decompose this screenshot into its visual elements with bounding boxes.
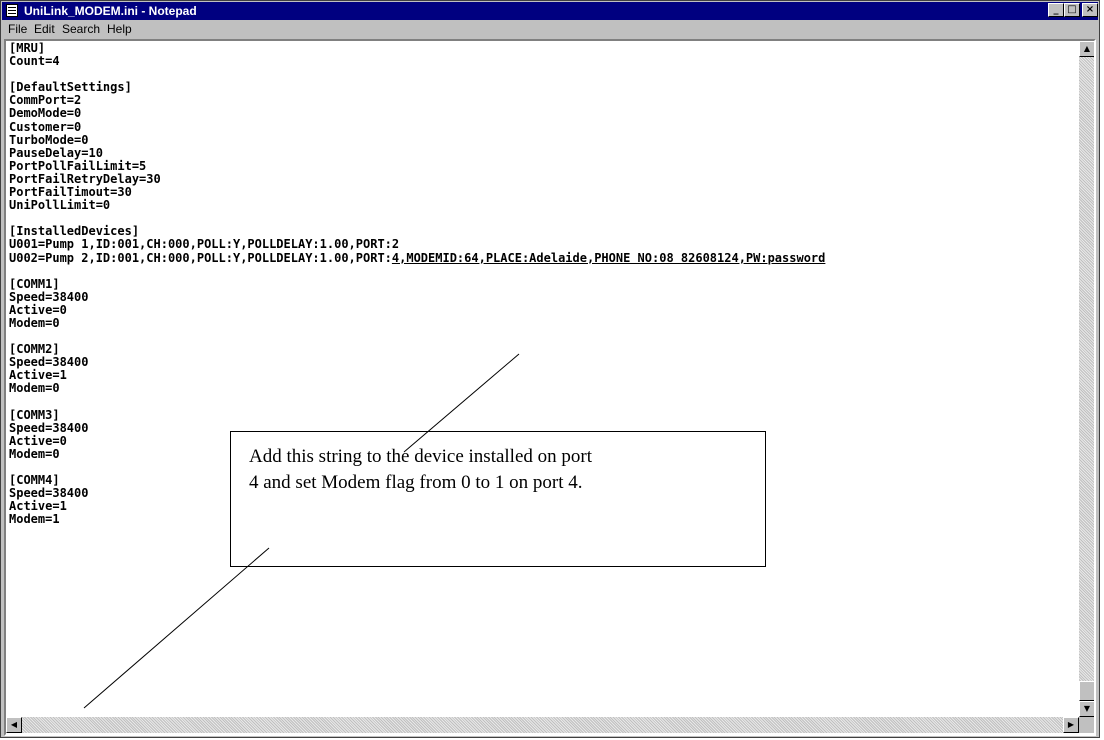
text-line[interactable]: TurboMode=0 (9, 132, 825, 147)
scroll-down-button[interactable]: ▼ (1079, 701, 1094, 717)
text-line[interactable]: Modem=0 (9, 315, 825, 330)
menu-edit[interactable]: Edit (32, 20, 57, 38)
scroll-left-button[interactable]: ◀ (6, 717, 22, 733)
text-line-content: DemoMode=0 (9, 106, 82, 121)
text-line-content: Speed=38400 (9, 355, 89, 370)
modem-config-string: 4,MODEMID:64,PLACE:Adelaide,PHONE NO:08 … (391, 250, 826, 265)
text-line-content: [COMM4] (9, 473, 60, 488)
scroll-up-button[interactable]: ▲ (1079, 41, 1094, 57)
text-line-content: Count=4 (9, 54, 60, 69)
menu-search[interactable]: Search (60, 20, 102, 38)
text-line[interactable] (9, 396, 825, 409)
text-line-content: Speed=38400 (9, 289, 89, 304)
text-line[interactable]: Active=0 (9, 302, 825, 317)
text-line-content: [InstalledDevices] (9, 224, 140, 239)
text-line-content: Modem=1 (9, 512, 60, 527)
text-line-content: PortPollFailLimit=5 (9, 158, 147, 173)
text-line-content: CommPort=2 (9, 93, 82, 108)
vertical-scrollbar[interactable]: ▲ ▼ (1079, 41, 1094, 717)
text-line[interactable]: PortFailTimout=30 (9, 185, 825, 200)
menu-bar: File Edit Search Help (2, 20, 1098, 38)
text-line[interactable]: [COMM1] (9, 276, 825, 291)
callout-text: Add this string to the device installed … (249, 444, 592, 496)
text-line-content: PauseDelay=10 (9, 145, 103, 160)
close-button[interactable]: × (1082, 3, 1098, 17)
text-line-content: Customer=0 (9, 119, 82, 134)
annotation-callout: Add this string to the device installed … (230, 431, 766, 567)
text-line-content: [COMM3] (9, 407, 60, 422)
text-line[interactable]: [MRU] (9, 41, 825, 55)
text-line-content: Speed=38400 (9, 420, 89, 435)
text-line-content: Modem=0 (9, 381, 60, 396)
text-line-content: Active=1 (9, 368, 67, 383)
text-line-content: Active=0 (9, 302, 67, 317)
notepad-window: UniLink_MODEM.ini - Notepad _ □ × File E… (0, 0, 1100, 738)
minimize-button[interactable]: _ (1048, 3, 1064, 17)
text-line[interactable]: Speed=38400 (9, 356, 825, 369)
text-line-content: [COMM2] (9, 342, 60, 357)
text-line-content: [COMM1] (9, 276, 60, 291)
maximize-button[interactable]: □ (1064, 3, 1080, 17)
text-line[interactable] (9, 265, 825, 278)
title-bar[interactable]: UniLink_MODEM.ini - Notepad _ □ × (2, 2, 1098, 20)
text-line-content: PortFailRetryDelay=30 (9, 171, 161, 186)
text-line[interactable]: Speed=38400 (9, 289, 825, 304)
horizontal-scrollbar[interactable]: ◀ ▶ (6, 717, 1079, 733)
text-line[interactable]: [COMM3] (9, 407, 825, 422)
vertical-scroll-thumb[interactable] (1079, 681, 1094, 701)
text-line-content: Modem=0 (9, 315, 60, 330)
text-line-content: Speed=38400 (9, 486, 89, 501)
text-editor[interactable]: [MRU] Count=4 [DefaultSettings] CommPort=2 D… (4, 39, 1096, 736)
menu-file[interactable]: File (6, 20, 29, 38)
text-line-content: U001=Pump 1,ID:001,CH:000,POLL:Y,POLLDEL… (9, 237, 400, 252)
text-line[interactable]: [COMM2] (9, 343, 825, 356)
notepad-icon[interactable] (6, 4, 18, 17)
window-title: UniLink_MODEM.ini - Notepad (24, 4, 197, 18)
text-line[interactable]: Count=4 (9, 55, 825, 68)
text-line[interactable]: CommPort=2 (9, 94, 825, 107)
size-grip[interactable] (1079, 717, 1094, 733)
text-line-content: Modem=0 (9, 446, 60, 461)
text-line[interactable]: Active=1 (9, 369, 825, 382)
text-line-content: Active=1 (9, 499, 67, 514)
text-line-content: PortFailTimout=30 (9, 185, 132, 200)
callout-line-2: 4 and set Modem flag from 0 to 1 on port… (249, 472, 583, 493)
text-line-content: TurboMode=0 (9, 132, 89, 147)
menu-help[interactable]: Help (105, 20, 134, 38)
callout-line-1: Add this string to the device installed … (249, 446, 593, 467)
text-line[interactable]: [DefaultSettings] (9, 81, 825, 94)
text-line-content: UniPollLimit=0 (9, 198, 111, 213)
text-line[interactable]: U002=Pump 2,ID:001,CH:000,POLL:Y,POLLDEL… (9, 250, 826, 265)
text-line-content: [DefaultSettings] (9, 80, 132, 95)
scroll-right-button[interactable]: ▶ (1063, 717, 1079, 733)
text-line-content: Active=0 (9, 433, 67, 448)
window-controls: _ □ × (1048, 3, 1098, 17)
text-line[interactable]: UniPollLimit=0 (9, 199, 825, 212)
text-line-content: [MRU] (9, 41, 46, 55)
text-line[interactable]: DemoMode=0 (9, 107, 825, 120)
text-line[interactable]: Customer=0 (9, 119, 825, 134)
text-line-content: U002=Pump 2,ID:001,CH:000,POLL:Y,POLLDEL… (9, 250, 392, 265)
text-line[interactable]: Modem=0 (9, 382, 825, 395)
text-line[interactable] (9, 330, 825, 343)
